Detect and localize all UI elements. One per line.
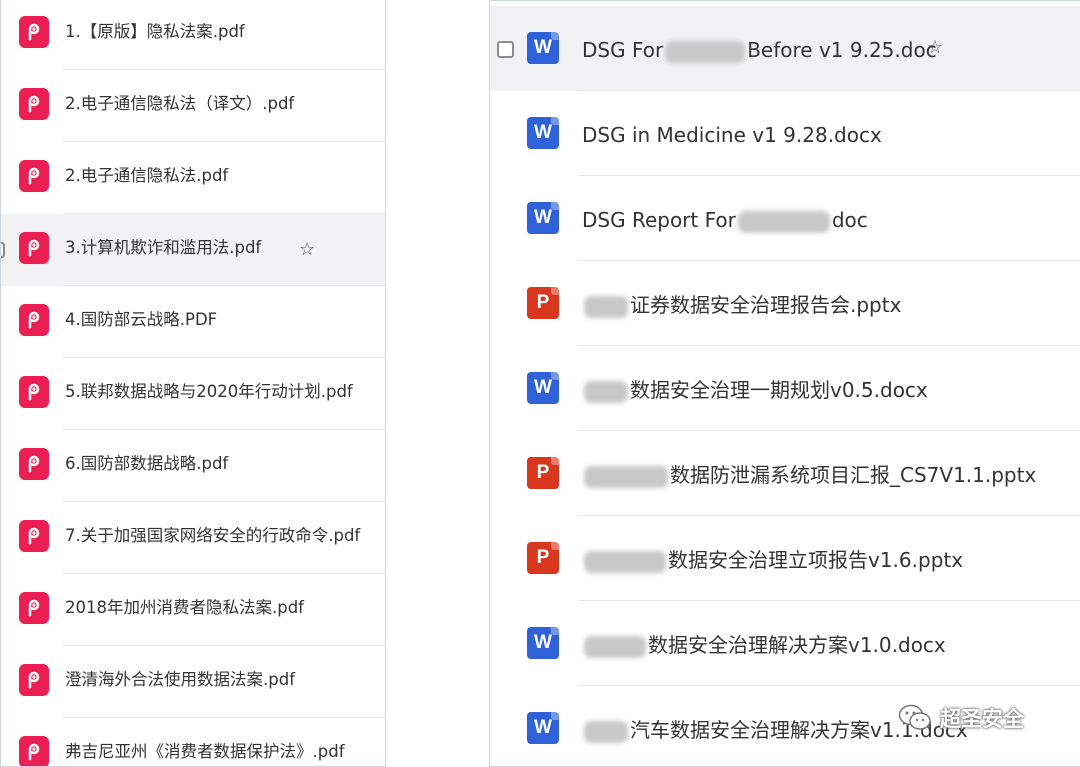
- file-row[interactable]: W DSG in Medicine v1 9.28.docx: [490, 91, 1080, 176]
- file-row[interactable]: P 数据防泄漏系统项目汇报_CS7V1.1.pptx: [490, 431, 1080, 516]
- pdf-icon: [19, 448, 49, 480]
- word-icon: W: [527, 32, 559, 64]
- file-row[interactable]: W 数据安全治理解决方案v1.0.docx: [490, 601, 1080, 686]
- file-row[interactable]: 2.电子通信隐私法.pdf: [1, 142, 385, 214]
- file-name: 3.计算机欺诈和滥用法.pdf: [65, 238, 262, 257]
- file-row[interactable]: 7.关于加强国家网络安全的行政命令.pdf: [1, 502, 385, 574]
- select-checkbox[interactable]: [497, 41, 514, 58]
- file-row[interactable]: 澄清海外合法使用数据法案.pdf: [1, 646, 385, 718]
- file-name: 4.国防部云战略.PDF: [65, 310, 218, 329]
- select-checkbox[interactable]: [1, 242, 5, 258]
- redacted-text: [737, 210, 830, 233]
- file-name: 弗吉尼亚州《消费者数据保护法》.pdf: [65, 742, 345, 761]
- watermark: 超圣安全: [898, 700, 1024, 736]
- pdf-icon: [19, 160, 49, 192]
- file-name: 6.国防部数据战略.pdf: [65, 454, 229, 473]
- file-name: 数据防泄漏系统项目汇报_CS7V1.1.pptx: [582, 463, 1036, 488]
- pdf-file-list-panel: 1.【原版】隐私法案.pdf 2.电子通信隐私法（译文）.pdf 2.电子通信隐私法…: [0, 0, 386, 767]
- pdf-icon: [19, 16, 49, 48]
- file-row[interactable]: W DSG For Before v1 9.25.doc ☆: [490, 6, 1080, 91]
- pdf-icon: [19, 88, 49, 120]
- file-name: 证券数据安全治理报告会.pptx: [582, 293, 901, 318]
- file-row[interactable]: 3.计算机欺诈和滥用法.pdf ☆: [1, 214, 385, 286]
- file-name: 7.关于加强国家网络安全的行政命令.pdf: [65, 526, 361, 545]
- pdf-icon: [19, 664, 49, 696]
- pdf-icon: [19, 232, 49, 264]
- powerpoint-icon: P: [527, 457, 559, 489]
- file-row[interactable]: 5.联邦数据战略与2020年行动计划.pdf: [1, 358, 385, 430]
- office-file-list-panel: W DSG For Before v1 9.25.doc ☆ W DSG in Medic…: [489, 0, 1080, 767]
- file-name: DSG in Medicine v1 9.28.docx: [582, 123, 882, 147]
- redacted-text: [665, 40, 746, 63]
- pdf-icon: [19, 304, 49, 336]
- file-name: 数据安全治理立项报告v1.6.pptx: [582, 548, 963, 573]
- wechat-icon: [898, 704, 931, 730]
- pdf-icon: [19, 736, 49, 766]
- file-name: DSG Report For doc: [582, 208, 868, 233]
- file-name: 2018年加州消费者隐私法案.pdf: [65, 598, 304, 617]
- redacted-text: [584, 380, 628, 403]
- file-row[interactable]: 2.电子通信隐私法（译文）.pdf: [1, 70, 385, 142]
- file-name: 数据安全治理一期规划v0.5.docx: [582, 378, 928, 403]
- powerpoint-icon: P: [527, 542, 559, 574]
- pdf-icon: [19, 592, 49, 624]
- redacted-text: [584, 720, 628, 743]
- watermark-text: 超圣安全: [940, 707, 1024, 731]
- powerpoint-icon: P: [527, 287, 559, 319]
- redacted-text: [584, 295, 628, 318]
- redacted-text: [584, 465, 668, 488]
- pdf-icon: [19, 376, 49, 408]
- star-icon[interactable]: ☆: [927, 39, 943, 57]
- file-row[interactable]: 1.【原版】隐私法案.pdf: [1, 0, 385, 70]
- file-name: 5.联邦数据战略与2020年行动计划.pdf: [65, 382, 353, 401]
- word-icon: W: [527, 202, 559, 234]
- file-row[interactable]: P 数据安全治理立项报告v1.6.pptx: [490, 516, 1080, 601]
- file-name: 数据安全治理解决方案v1.0.docx: [582, 633, 946, 658]
- file-name: 1.【原版】隐私法案.pdf: [65, 22, 245, 41]
- file-row[interactable]: P 证券数据安全治理报告会.pptx: [490, 261, 1080, 346]
- star-icon[interactable]: ☆: [299, 241, 315, 259]
- file-name: 2.电子通信隐私法（译文）.pdf: [65, 94, 295, 113]
- file-row[interactable]: 4.国防部云战略.PDF: [1, 286, 385, 358]
- file-row[interactable]: 弗吉尼亚州《消费者数据保护法》.pdf: [1, 718, 385, 766]
- word-icon: W: [527, 627, 559, 659]
- word-icon: W: [527, 712, 559, 744]
- file-row[interactable]: W DSG Report For doc: [490, 176, 1080, 261]
- pdf-icon: [19, 520, 49, 552]
- file-row[interactable]: W 数据安全治理一期规划v0.5.docx: [490, 346, 1080, 431]
- file-name: 2.电子通信隐私法.pdf: [65, 166, 229, 185]
- file-row[interactable]: 6.国防部数据战略.pdf: [1, 430, 385, 502]
- file-name: 澄清海外合法使用数据法案.pdf: [65, 670, 296, 689]
- word-icon: W: [527, 117, 559, 149]
- file-row[interactable]: 2018年加州消费者隐私法案.pdf: [1, 574, 385, 646]
- redacted-text: [584, 635, 646, 658]
- file-name: DSG For Before v1 9.25.doc: [582, 38, 937, 63]
- word-icon: W: [527, 372, 559, 404]
- redacted-text: [584, 550, 666, 573]
